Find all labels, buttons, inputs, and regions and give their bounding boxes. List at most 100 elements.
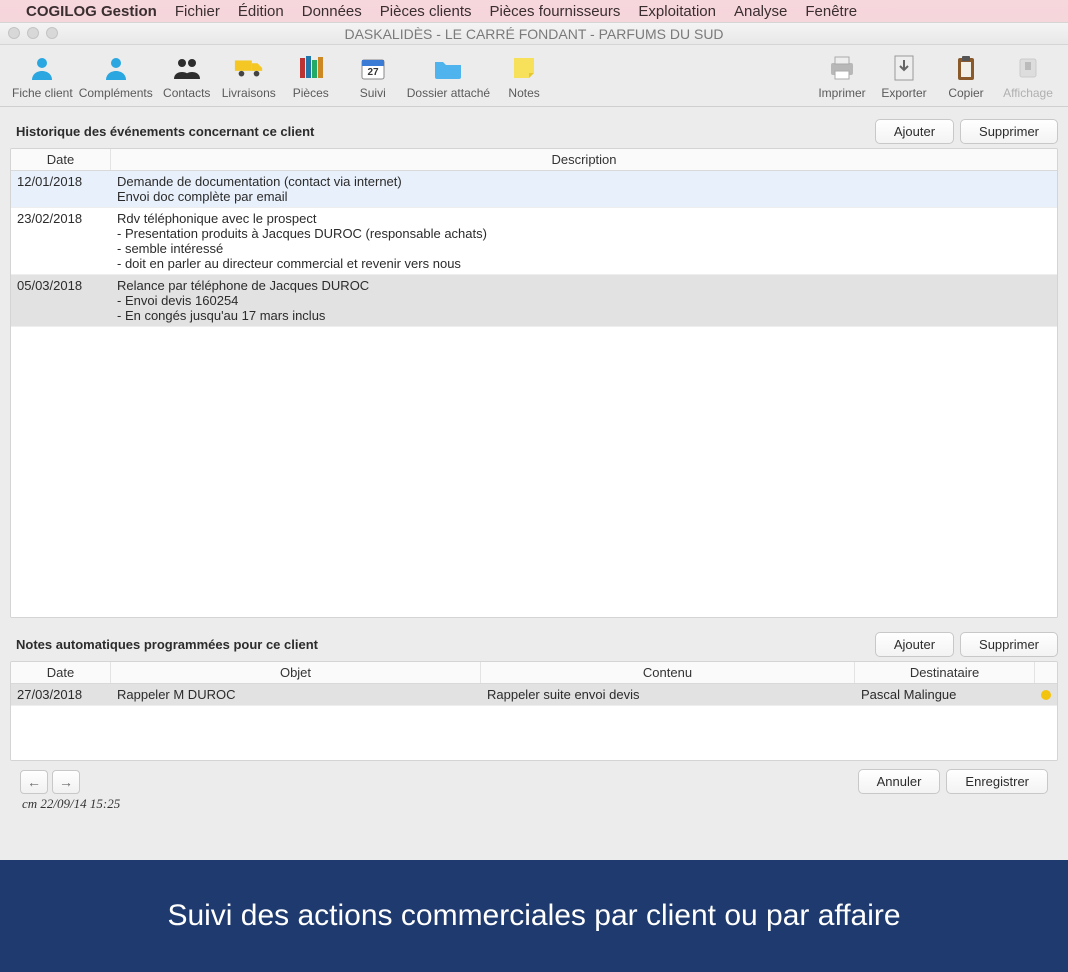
window-titlebar: DASKALIDÈS - LE CARRÉ FONDANT - PARFUMS … <box>0 23 1068 45</box>
history-row[interactable]: 23/02/2018 Rdv téléphonique avec le pros… <box>11 208 1057 275</box>
menu-donnees[interactable]: Données <box>302 3 362 20</box>
menu-exploitation[interactable]: Exploitation <box>638 3 716 20</box>
traffic-lights <box>8 27 58 39</box>
toolbar-label: Compléments <box>79 86 153 100</box>
close-dot[interactable] <box>8 27 20 39</box>
toolbar-label: Affichage <box>1003 86 1053 100</box>
toolbar-label: Suivi <box>360 86 386 100</box>
caption-bar: Suivi des actions commerciales par clien… <box>0 860 1068 972</box>
toolbar-label: Livraisons <box>222 86 276 100</box>
notes-row[interactable]: 27/03/2018 Rappeler M DUROC Rappeler sui… <box>11 684 1057 706</box>
history-add-button[interactable]: Ajouter <box>875 119 954 144</box>
person-icon <box>26 52 58 84</box>
toolbar-label: Exporter <box>881 86 926 100</box>
history-col-date[interactable]: Date <box>11 149 111 170</box>
footer-bar: ← → Annuler Enregistrer <box>10 761 1058 796</box>
toolbar-fiche-client[interactable]: Fiche client <box>12 52 73 100</box>
notes-cell-destinataire: Pascal Malingue <box>855 684 1035 705</box>
toolbar-suivi[interactable]: 27 Suivi <box>345 52 401 100</box>
nav-prev-button[interactable]: ← <box>20 770 48 794</box>
save-button[interactable]: Enregistrer <box>946 769 1048 794</box>
history-col-description[interactable]: Description <box>111 149 1057 170</box>
toolbar-label: Pièces <box>293 86 329 100</box>
toolbar-livraisons[interactable]: Livraisons <box>221 52 277 100</box>
person-alt-icon <box>100 52 132 84</box>
caption-text: Suivi des actions commerciales par clien… <box>167 899 900 933</box>
toolbar-dossier-attache[interactable]: Dossier attaché <box>407 52 490 100</box>
content-area: Historique des événements concernant ce … <box>0 107 1068 860</box>
history-cell-date: 12/01/2018 <box>11 171 111 207</box>
toolbar-label: Contacts <box>163 86 210 100</box>
history-header: Historique des événements concernant ce … <box>10 119 1058 144</box>
export-icon <box>888 52 920 84</box>
history-cell-desc: Rdv téléphonique avec le prospect - Pres… <box>111 208 1057 274</box>
toolbar-label: Notes <box>508 86 539 100</box>
svg-text:27: 27 <box>367 67 379 78</box>
notes-table: Date Objet Contenu Destinataire 27/03/20… <box>10 661 1058 761</box>
notes-cell-objet: Rappeler M DUROC <box>111 684 481 705</box>
history-row[interactable]: 05/03/2018 Relance par téléphone de Jacq… <box>11 275 1057 327</box>
history-row[interactable]: 12/01/2018 Demande de documentation (con… <box>11 171 1057 208</box>
notes-add-button[interactable]: Ajouter <box>875 632 954 657</box>
history-title: Historique des événements concernant ce … <box>10 124 314 139</box>
arrow-right-icon: → <box>59 774 73 790</box>
notes-delete-button[interactable]: Supprimer <box>960 632 1058 657</box>
notes-col-status <box>1035 662 1057 683</box>
notes-col-objet[interactable]: Objet <box>111 662 481 683</box>
menu-analyse[interactable]: Analyse <box>734 3 787 20</box>
menu-pieces-fournisseurs[interactable]: Pièces fournisseurs <box>490 3 621 20</box>
toolbar-label: Fiche client <box>12 86 73 100</box>
toolbar: Fiche client Compléments Contacts Livrai… <box>0 45 1068 107</box>
history-cell-desc: Demande de documentation (contact via in… <box>111 171 1057 207</box>
notes-col-destinataire[interactable]: Destinataire <box>855 662 1035 683</box>
toolbar-exporter[interactable]: Exporter <box>876 52 932 100</box>
toolbar-pieces[interactable]: Pièces <box>283 52 339 100</box>
menu-fenetre[interactable]: Fenêtre <box>805 3 857 20</box>
history-table: Date Description 12/01/2018 Demande de d… <box>10 148 1058 618</box>
system-menubar: COGILOG Gestion Fichier Édition Données … <box>0 0 1068 22</box>
window: DASKALIDÈS - LE CARRÉ FONDANT - PARFUMS … <box>0 22 1068 860</box>
nav-next-button[interactable]: → <box>52 770 80 794</box>
history-cell-desc: Relance par téléphone de Jacques DUROC -… <box>111 275 1057 326</box>
toolbar-complements[interactable]: Compléments <box>79 52 153 100</box>
notes-col-contenu[interactable]: Contenu <box>481 662 855 683</box>
minimize-dot[interactable] <box>27 27 39 39</box>
sticky-note-icon <box>508 52 540 84</box>
notes-tbody[interactable]: 27/03/2018 Rappeler M DUROC Rappeler sui… <box>11 684 1057 760</box>
notes-thead: Date Objet Contenu Destinataire <box>11 662 1057 684</box>
printer-icon <box>826 52 858 84</box>
history-cell-date: 05/03/2018 <box>11 275 111 326</box>
history-tbody[interactable]: 12/01/2018 Demande de documentation (con… <box>11 171 1057 617</box>
books-icon <box>295 52 327 84</box>
notes-cell-date: 27/03/2018 <box>11 684 111 705</box>
toolbar-imprimer[interactable]: Imprimer <box>814 52 870 100</box>
notes-cell-contenu: Rappeler suite envoi devis <box>481 684 855 705</box>
toolbar-affichage[interactable]: Affichage <box>1000 52 1056 100</box>
toolbar-contacts[interactable]: Contacts <box>159 52 215 100</box>
truck-icon <box>233 52 265 84</box>
notes-header: Notes automatiques programmées pour ce c… <box>10 632 1058 657</box>
status-dot-icon <box>1041 690 1051 700</box>
zoom-dot[interactable] <box>46 27 58 39</box>
app-name[interactable]: COGILOG Gestion <box>26 3 157 20</box>
menu-pieces-clients[interactable]: Pièces clients <box>380 3 472 20</box>
calendar-icon: 27 <box>357 52 389 84</box>
folder-icon <box>432 52 464 84</box>
toolbar-label: Imprimer <box>818 86 865 100</box>
group-icon <box>171 52 203 84</box>
arrow-left-icon: ← <box>27 774 41 790</box>
toolbar-copier[interactable]: Copier <box>938 52 994 100</box>
history-delete-button[interactable]: Supprimer <box>960 119 1058 144</box>
notes-title: Notes automatiques programmées pour ce c… <box>10 637 318 652</box>
cancel-button[interactable]: Annuler <box>858 769 941 794</box>
notes-col-date[interactable]: Date <box>11 662 111 683</box>
switch-icon <box>1012 52 1044 84</box>
history-cell-date: 23/02/2018 <box>11 208 111 274</box>
timestamp: cm 22/09/14 15:25 <box>10 796 1058 816</box>
toolbar-notes[interactable]: Notes <box>496 52 552 100</box>
menu-fichier[interactable]: Fichier <box>175 3 220 20</box>
menu-edition[interactable]: Édition <box>238 3 284 20</box>
history-thead: Date Description <box>11 149 1057 171</box>
clipboard-icon <box>950 52 982 84</box>
window-title: DASKALIDÈS - LE CARRÉ FONDANT - PARFUMS … <box>344 26 723 42</box>
